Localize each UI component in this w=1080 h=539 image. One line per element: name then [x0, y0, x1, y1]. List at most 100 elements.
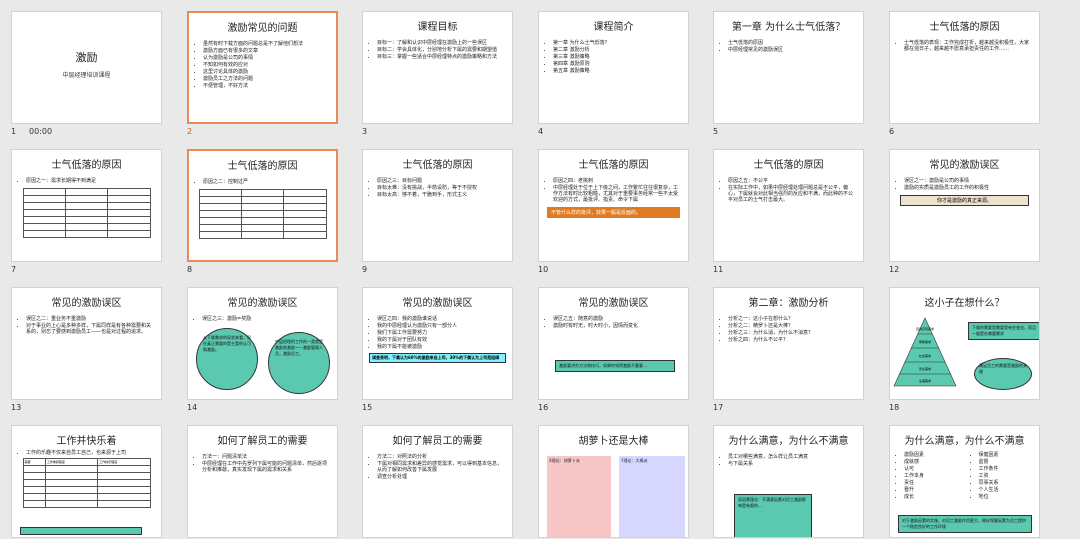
slide-23-canvas: 为什么满意，为什么不满意 员工对哪些满意，怎么样让员工满意 与下属关系 双因素理… — [713, 425, 864, 538]
slide-thumbnail-24[interactable]: 为什么满意，为什么不满意 激励因素 成就感 认可 工作本身 责任 晋升 成长 保… — [889, 425, 1040, 538]
slide-11-canvas: 士气低落的原因 原因之五：不公平 在实际工作中，如果中层经理处理问题总是不公平，… — [713, 149, 864, 262]
maslow-pyramid: 自我实现需求 尊重需求 社会需求 安全需求 生理需求 — [893, 317, 957, 387]
slide-thumbnail-1[interactable]: 激励 中层经理培训课程 1 00:00 — [11, 11, 162, 136]
slide-title: 常见的激励误区 — [929, 160, 1000, 171]
slide-18-canvas: 这小子在想什么？ 自我实现需求 尊重需求 社会需求 安全需求 生理需求 下属的需… — [889, 287, 1040, 400]
bullet: 第五章 激励策略 — [553, 68, 682, 74]
slide-thumbnail-21[interactable]: 如何了解员工的需要 方法二：对照法的分析 下属对相同需求和差异的感觉需求，可以得… — [362, 425, 513, 538]
slide-title: 常见的激励误区 — [402, 298, 473, 309]
slide-number: 12 — [889, 265, 900, 274]
slide-thumbnail-17[interactable]: 第二章：激励分析 分析之一：这小子在想什么？ 分析之二：精罗卜还是大棒？ 分析之… — [713, 287, 864, 412]
slide-thumbnail-9[interactable]: 士气低落的原因 原因之三：目标问题 目标太难：没有挑战，半箭设防，等于不授权 目… — [362, 149, 513, 274]
slide-thumbnail-4[interactable]: 课程简介 第一章 为什么士气低落？ 第二章 激励分析 第三章 激励策略 第四章 … — [538, 11, 689, 136]
slide-7-canvas: 士气低落的原因 原因之一：需求长期得不到满足 — [11, 149, 162, 262]
pyramid-level: 安全需求 — [919, 366, 931, 371]
slide-10-canvas: 士气低落的原因 原因之四：老挑刺 中层经理处于位于上下级之间，工作繁忙往往很复杂… — [538, 149, 689, 262]
bullet: 保健因素 — [979, 452, 1034, 458]
bullet: 中层经理常见的激励误区 — [728, 47, 857, 53]
slide-table: 需要 工作重视程度 工作快乐程度 — [22, 458, 151, 508]
bullet: 目标三：掌握一些适合中层经理特点的激励策略和方法 — [377, 54, 506, 60]
bullet: 原因之五：不公平 — [728, 178, 857, 184]
bullet-list: 误区之五：随意的激励 激励时有时无，时大时小，因情而变化 — [539, 316, 688, 329]
bullet: 分析之二：精罗卜还是大棒？ — [728, 323, 857, 329]
bullet: 我们下属工作需要努力 — [377, 330, 506, 336]
slide-2-canvas: 激励常见的问题 虽然有时下载方面的问题总是不了解他们想法 激励方面已有很多的文章… — [187, 11, 338, 124]
bullet: 员工对哪些满意，怎么样让员工满意 — [728, 454, 857, 460]
bullet: 同事关系 — [979, 480, 1034, 486]
slide-thumbnail-15[interactable]: 常见的激励误区 误区之四：我的激励谁说话 我的中层经理认为激励只有一部分人 我们… — [362, 287, 513, 412]
slide-thumbnail-10[interactable]: 士气低落的原因 原因之四：老挑刺 中层经理处于位于上下级之间，工作繁忙往往很复杂… — [538, 149, 689, 274]
bullet: 误区之五：随意的激励 — [553, 316, 682, 322]
slide-number: 15 — [362, 403, 373, 412]
slide-thumbnail-11[interactable]: 士气低落的原因 原因之五：不公平 在实际工作中，如果中层经理处理问题总是不公平，… — [713, 149, 864, 274]
bullet: 个人生活 — [979, 487, 1034, 493]
slide-thumbnail-14[interactable]: 常见的激励误区 误区之三：激励=奖励 从下属需求的现状来看，现在真正需要的是主管… — [187, 287, 338, 412]
bullet: 原因之三：目标问题 — [377, 178, 506, 184]
bullet-list: 士气低落的原因 中层经理常见的激励误区 — [714, 40, 863, 53]
slide-title: 激励 — [75, 51, 98, 64]
bullet: 激励的实质是激励员工的工作的积极性 — [904, 185, 1033, 191]
slide-number: 13 — [11, 403, 22, 412]
bullet-list: 原因之一：需求长期得不到满足 — [12, 178, 161, 184]
slide-thumbnail-3[interactable]: 课程目标 目标一：了解和认识中层经理在激励上的一些误区 目标二：学会具体化，分别… — [362, 11, 513, 136]
bullet: 下属对相同需求和差异的感觉需求，可以得到基本信息，从而了解如何改善下属发展 — [377, 461, 506, 473]
bullet: 分析之一：这小子在想什么？ — [728, 316, 857, 322]
slide-thumbnail-6[interactable]: 士气低落的原因 士气低落的表现：工作完成打折，越来越没积极性，大家都在混日子，越… — [889, 11, 1040, 136]
bullet: 士气低落的表现：工作完成打折，越来越没积极性，大家都在混日子，越来越不愿意承担责… — [904, 40, 1033, 52]
bullet: 我的中层经理认为激励只有一部分人 — [377, 323, 506, 329]
slide-thumbnail-5[interactable]: 第一章 为什么士气低落？ 士气低落的原因 中层经理常见的激励误区 5 — [713, 11, 864, 136]
table-header: 需要 — [22, 458, 46, 466]
bullet-list: 误区之四：我的激励谁说话 我的中层经理认为激励只有一部分人 我们下属工作需要努力… — [363, 316, 512, 350]
slide-14-canvas: 常见的激励误区 误区之三：激励=奖励 从下属需求的现状来看，现在真正需要的是主管… — [187, 287, 338, 400]
bullet: 晋升 — [904, 487, 959, 493]
bullet: 第四章 激励原则 — [553, 61, 682, 67]
slide-thumbnail-16[interactable]: 常见的激励误区 误区之五：随意的激励 激励时有时无，时大时小，因情而变化 激励要… — [538, 287, 689, 412]
slide-thumbnail-7[interactable]: 士气低落的原因 原因之一：需求长期得不到满足 7 — [11, 149, 162, 274]
theory-y-column: Y理论：大棒派 — [619, 456, 685, 537]
bullet: 激励时有时无，时大时小，因情而变化 — [553, 323, 682, 329]
slide-title: 为什么满意，为什么不满意 — [904, 436, 1025, 447]
concept-circle-left: 从下属需求的现状来看，现在真正需要的是主管的认可和激励。 — [196, 328, 258, 390]
bullet: 工作条件 — [979, 466, 1034, 472]
slide-3-canvas: 课程目标 目标一：了解和认识中层经理在激励上的一些误区 目标二：学会具体化，分别… — [362, 11, 513, 124]
bullet: 不知如何有效的应对 — [203, 62, 330, 68]
bullet-list: 原因之五：不公平 在实际工作中，如果中层经理处理问题总是不公平，偏心，下属就会对… — [714, 178, 863, 203]
slide-22-canvas: 胡萝卜还是大棒 X理论：胡萝卜派 Y理论：大棒派 — [538, 425, 689, 538]
slide-number: 11 — [713, 265, 724, 274]
slide-title: 士气低落的原因 — [753, 160, 824, 171]
bullet-list: 士气低落的表现：工作完成打折，越来越没积极性，大家都在混日子，越来越不愿意承担责… — [890, 40, 1039, 52]
slide-19-canvas: 工作并快乐着 工作的乐趣不仅来自员工自己，也来源于上司 需要 工作重视程度 工作… — [11, 425, 162, 538]
note-box: 对于激励因素的实施，对员工激励作用更大，做好保健因素为员工提供一个稳定良好的工作… — [898, 515, 1032, 533]
slide-thumbnail-18[interactable]: 这小子在想什么？ 自我实现需求 尊重需求 社会需求 安全需求 生理需求 下属的需… — [889, 287, 1040, 412]
bullet-list: 误区之二：重业务不重激励 对于事业的上心是多种多样，下属同样是有各种需要和关系的… — [12, 316, 161, 335]
bullet-list: 误区之三：激励=奖励 — [188, 316, 337, 322]
slide-thumbnail-12[interactable]: 常见的激励误区 误区之一：激励是公司的事情 激励的实质是激励员工的工作的积极性 … — [889, 149, 1040, 274]
slide-number: 18 — [889, 403, 900, 412]
bullet: 原因之二：控制过严 — [203, 179, 330, 185]
bullet: 地位 — [979, 494, 1034, 500]
slide-thumbnail-2[interactable]: 激励常见的问题 虽然有时下载方面的问题总是不了解他们想法 激励方面已有很多的文章… — [187, 11, 338, 136]
slide-thumbnail-13[interactable]: 常见的激励误区 误区之二：重业务不重激励 对于事业的上心是多种多样，下属同样是有… — [11, 287, 162, 412]
highlight-box: 调查表明，下属认为60%的激励来自上司，30%的下属认为上司是阻碍 — [369, 353, 506, 363]
slide-thumbnail-19[interactable]: 工作并快乐着 工作的乐趣不仅来自员工自己，也来源于上司 需要 工作重视程度 工作… — [11, 425, 162, 538]
bullet-list: 方法一：问题清单法 中层经理在工作中先罗列下属可能的问题清单，然后逐项分析和推敲… — [188, 454, 337, 473]
slide-17-canvas: 第二章：激励分析 分析之一：这小子在想什么？ 分析之二：精罗卜还是大棒？ 分析之… — [713, 287, 864, 400]
table-header: 工作重视程度 — [44, 458, 99, 466]
slide-thumbnail-8[interactable]: 士气低落的原因 原因之二：控制过严 8 — [187, 149, 338, 274]
slide-number: 17 — [713, 403, 724, 412]
bullet: 激励因素 — [904, 452, 959, 458]
slide-thumbnail-22[interactable]: 胡萝卜还是大棒 X理论：胡萝卜派 Y理论：大棒派 — [538, 425, 689, 538]
bullet-list: 目标一：了解和认识中层经理在激励上的一些误区 目标二：学会具体化，分别地分析下属… — [363, 40, 512, 60]
bullet: 监督 — [979, 459, 1034, 465]
note-ellipse: 满足员工的需要是激励的关键 — [974, 358, 1032, 390]
slide-13-canvas: 常见的激励误区 误区之二：重业务不重激励 对于事业的上心是多种多样，下属同样是有… — [11, 287, 162, 400]
slide-number: 7 — [11, 265, 17, 274]
bullet: 认可 — [904, 466, 959, 472]
slide-thumbnail-23[interactable]: 为什么满意，为什么不满意 员工对哪些满意，怎么样让员工满意 与下属关系 双因素理… — [713, 425, 864, 538]
bullet: 责任 — [904, 480, 959, 486]
bottom-banner — [20, 527, 142, 535]
bullet: 第一章 为什么士气低落？ — [553, 40, 682, 46]
bullet: 第二章 激励分析 — [553, 47, 682, 53]
bullet: 目标二：学会具体化，分别地分析下属的需要和期望值 — [377, 47, 506, 53]
slide-thumbnail-20[interactable]: 如何了解员工的需要 方法一：问题清单法 中层经理在工作中先罗列下属可能的问题清单… — [187, 425, 338, 538]
